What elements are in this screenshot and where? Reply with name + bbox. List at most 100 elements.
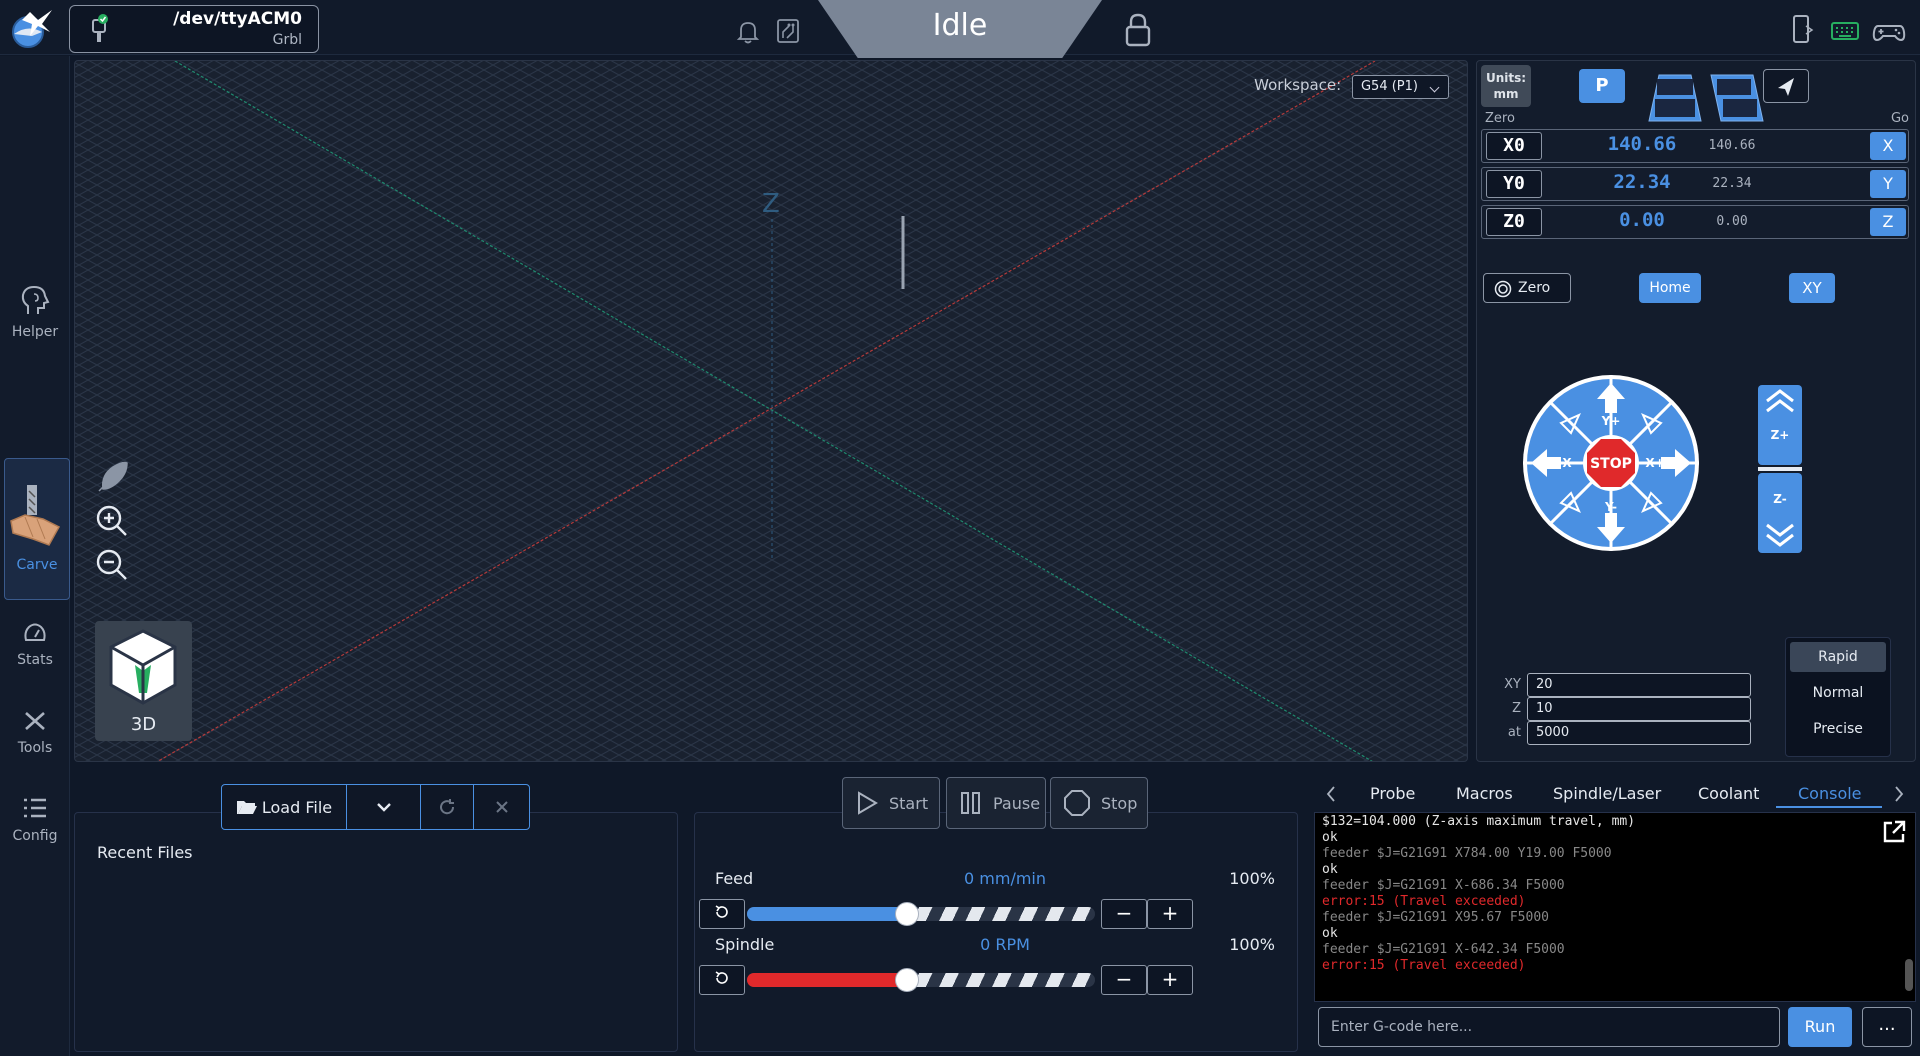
- spindle-value: 0 RPM: [980, 935, 1030, 954]
- feather-icon[interactable]: [95, 459, 131, 495]
- mobile-phone-icon[interactable]: [1790, 14, 1814, 46]
- load-file-dropdown-button[interactable]: [347, 785, 421, 829]
- gamepad-icon[interactable]: [1872, 18, 1906, 44]
- stop-octagon-icon: [1064, 790, 1090, 816]
- stop-job-button[interactable]: Stop: [1050, 777, 1148, 829]
- feed-slider-fill: [747, 907, 908, 921]
- go-x-button[interactable]: X: [1870, 132, 1906, 160]
- reload-file-button[interactable]: [421, 785, 474, 829]
- probe-position-button[interactable]: P: [1579, 69, 1625, 103]
- view-cube-button[interactable]: 3D: [95, 621, 192, 741]
- send-position-button[interactable]: [1763, 69, 1809, 103]
- tab-console[interactable]: Console: [1798, 784, 1862, 803]
- start-job-button[interactable]: Start: [842, 777, 940, 829]
- jog-speed-rapid-button[interactable]: Rapid: [1790, 642, 1886, 672]
- tab-coolant[interactable]: Coolant: [1698, 784, 1759, 803]
- jog-stop-button[interactable]: STOP: [1587, 439, 1635, 487]
- keyboard-icon[interactable]: [1830, 18, 1860, 44]
- tab-macros[interactable]: Macros: [1456, 784, 1513, 803]
- jog-xy-step-input[interactable]: 20: [1527, 673, 1751, 697]
- zoom-out-icon[interactable]: [95, 548, 129, 582]
- workspace-select[interactable]: G54 (P1): [1351, 75, 1449, 99]
- jog-feed-input[interactable]: 5000: [1527, 721, 1751, 745]
- recent-files-label: Recent Files: [97, 843, 193, 862]
- load-file-button[interactable]: Load File: [222, 785, 347, 829]
- more-options-button[interactable]: ...: [1862, 1007, 1912, 1047]
- nav-carve[interactable]: Carve: [4, 458, 70, 600]
- spindle-reset-button[interactable]: [699, 965, 745, 995]
- feed-label: Feed: [715, 869, 754, 888]
- gauge-icon: [24, 623, 46, 641]
- home-button[interactable]: Home: [1639, 273, 1701, 303]
- feed-increase-button[interactable]: +: [1147, 899, 1193, 929]
- zero-y-button[interactable]: Y0: [1486, 170, 1542, 198]
- nav-stats[interactable]: Stats: [0, 622, 70, 668]
- zero-all-button[interactable]: Zero: [1483, 273, 1571, 303]
- chevron-right-icon[interactable]: [1892, 784, 1906, 804]
- machine-position-y: 22.34: [1712, 176, 1752, 191]
- spindle-increase-button[interactable]: +: [1147, 965, 1193, 995]
- console-output[interactable]: $132=104.000 (Z-axis maximum travel, mm)…: [1314, 812, 1916, 1002]
- lock-icon[interactable]: [1124, 13, 1152, 47]
- visualizer-canvas[interactable]: Z Workspace: G54 (P1) 3D: [74, 60, 1468, 762]
- jog-x-minus-label: X-: [1562, 456, 1575, 470]
- pause-job-button[interactable]: Pause: [946, 777, 1046, 829]
- chevron-left-icon[interactable]: [1324, 784, 1338, 804]
- feed-override-slider[interactable]: [747, 907, 1095, 921]
- file-toolbar: Load File: [221, 784, 530, 830]
- connection-widget[interactable]: /dev/ttyACM0 Grbl: [69, 5, 319, 53]
- jog-z-step-input[interactable]: 10: [1527, 697, 1751, 721]
- jog-speed-precise-button[interactable]: Precise: [1790, 714, 1886, 744]
- zero-x-button[interactable]: X0: [1486, 132, 1542, 160]
- tab-probe[interactable]: Probe: [1370, 784, 1415, 803]
- view-top-icon[interactable]: [1647, 73, 1703, 123]
- circuit-board-icon[interactable]: [775, 18, 801, 44]
- dro-jog-panel: Units: mm P Zero Go X0 140.66 140.66 X Y…: [1476, 60, 1916, 762]
- pause-job-label: Pause: [993, 793, 1041, 813]
- go-xy-button[interactable]: XY: [1789, 273, 1835, 303]
- wrench-screwdriver-icon: [25, 712, 45, 730]
- view-cube-label: 3D: [130, 714, 157, 735]
- bell-icon[interactable]: [735, 18, 761, 44]
- jog-speed-normal-button[interactable]: Normal: [1790, 678, 1886, 708]
- spindle-override-slider[interactable]: [747, 973, 1095, 987]
- console-scrollbar[interactable]: [1905, 959, 1913, 991]
- console-line: feeder $J=G21G91 X-642.34 F5000: [1322, 942, 1565, 957]
- jog-z-minus-button[interactable]: Z-: [1758, 473, 1802, 553]
- refresh-icon: [440, 799, 455, 815]
- top-bar: /dev/ttyACM0 Grbl Idle: [0, 0, 1920, 58]
- jog-z-plus-button[interactable]: Z+: [1758, 385, 1802, 465]
- gcode-input[interactable]: Enter G-code here...: [1318, 1007, 1780, 1047]
- nav-tools[interactable]: Tools: [0, 710, 70, 756]
- nav-tools-label: Tools: [17, 740, 53, 756]
- popout-icon[interactable]: [1881, 819, 1907, 845]
- feed-value: 0 mm/min: [964, 869, 1046, 888]
- port-name: /dev/ttyACM0: [173, 9, 302, 29]
- tab-spindle-laser[interactable]: Spindle/Laser: [1553, 784, 1661, 803]
- view-front-icon[interactable]: [1709, 73, 1765, 123]
- console-line: $132=104.000 (Z-axis maximum travel, mm): [1322, 814, 1636, 829]
- spindle-slider-handle[interactable]: [895, 968, 920, 992]
- zoom-in-icon[interactable]: [95, 504, 129, 538]
- firmware-name: Grbl: [272, 32, 302, 48]
- toolpath-grid: [75, 61, 1467, 761]
- run-gcode-button[interactable]: Run: [1788, 1007, 1852, 1047]
- jog-feed-label: at: [1507, 725, 1521, 740]
- spindle-decrease-button[interactable]: −: [1101, 965, 1147, 995]
- feed-reset-button[interactable]: [699, 899, 745, 929]
- logo-icon[interactable]: [8, 6, 52, 50]
- go-z-button[interactable]: Z: [1870, 208, 1906, 236]
- workspace-selector-group: Workspace: G54 (P1): [1254, 75, 1449, 99]
- close-file-button[interactable]: [474, 785, 529, 829]
- go-y-button[interactable]: Y: [1870, 170, 1906, 198]
- nav-config[interactable]: Config: [0, 796, 70, 844]
- units-badge[interactable]: Units: mm: [1481, 65, 1531, 107]
- jog-y-minus-label: Y-: [1604, 500, 1617, 514]
- axis-row-y: Y0 22.34 22.34 Y: [1481, 167, 1909, 201]
- nav-helper[interactable]: Helper: [0, 284, 70, 340]
- zero-z-button[interactable]: Z0: [1486, 208, 1542, 236]
- feed-decrease-button[interactable]: −: [1101, 899, 1147, 929]
- app-window: /dev/ttyACM0 Grbl Idle Helper Carve Stat…: [0, 0, 1920, 1056]
- machine-state-label: Idle: [932, 8, 988, 43]
- feed-slider-handle[interactable]: [895, 902, 920, 926]
